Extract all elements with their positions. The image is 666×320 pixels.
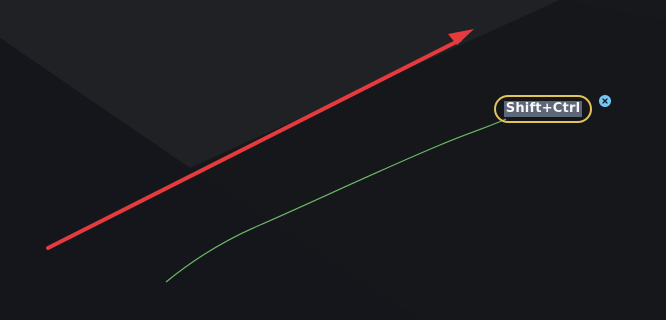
- background-shapes: [0, 0, 666, 320]
- close-icon: [602, 98, 608, 104]
- screen-canvas: Shift+Ctrl: [0, 0, 666, 320]
- shortcut-label: Shift+Ctrl: [503, 100, 583, 118]
- shortcut-badge: Shift+Ctrl: [494, 95, 592, 123]
- close-button[interactable]: [599, 95, 611, 107]
